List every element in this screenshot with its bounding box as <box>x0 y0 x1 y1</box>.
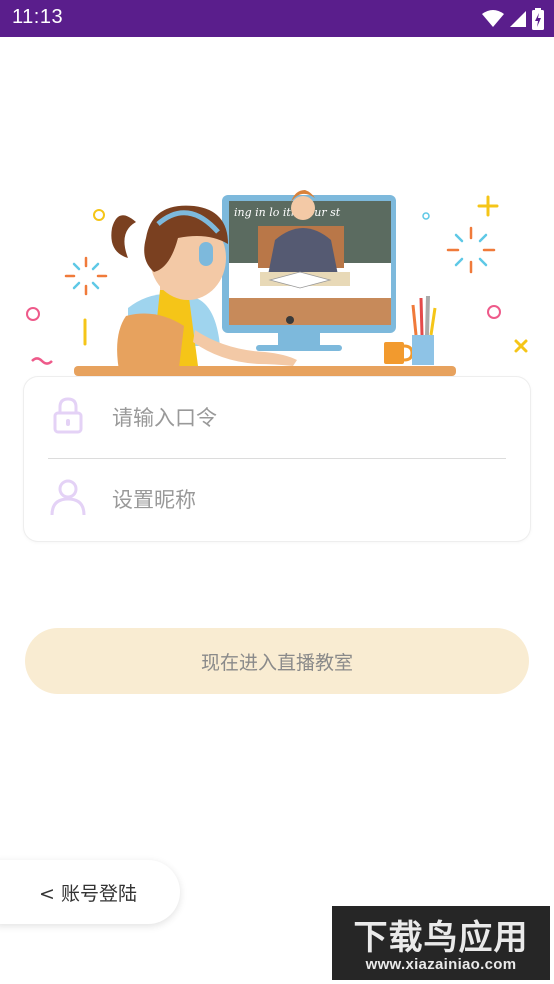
user-icon <box>50 479 86 516</box>
online-class-illustration: ing in lo ith your st <box>26 190 528 376</box>
wifi-icon <box>482 10 504 27</box>
watermark-logo: 下载鸟应用 www.xiazainiao.com <box>332 906 550 980</box>
status-icons <box>482 7 544 31</box>
watermark-url: www.xiazainiao.com <box>365 956 517 973</box>
lock-icon <box>53 397 83 434</box>
nickname-input[interactable]: 设置昵称 <box>112 484 196 514</box>
account-login-button[interactable]: < 账号登陆 <box>0 860 180 924</box>
watermark-title: 下载鸟应用 <box>353 918 529 958</box>
battery-icon <box>532 8 544 30</box>
enter-classroom-button[interactable]: 现在进入直播教室 <box>25 628 529 694</box>
signal-icon <box>510 11 526 27</box>
sparkle-left <box>64 256 108 296</box>
password-input[interactable]: 请输入口令 <box>112 402 217 432</box>
password-field[interactable]: 请输入口令 <box>24 377 530 457</box>
board-text: ing in lo ith your st <box>234 206 341 219</box>
status-time: 11:13 <box>12 6 64 28</box>
sparkle-right <box>446 226 496 274</box>
status-bar: 11:13 <box>0 0 554 37</box>
nickname-field[interactable]: 设置昵称 <box>24 459 530 539</box>
login-card: 请输入口令 设置昵称 <box>24 377 530 541</box>
